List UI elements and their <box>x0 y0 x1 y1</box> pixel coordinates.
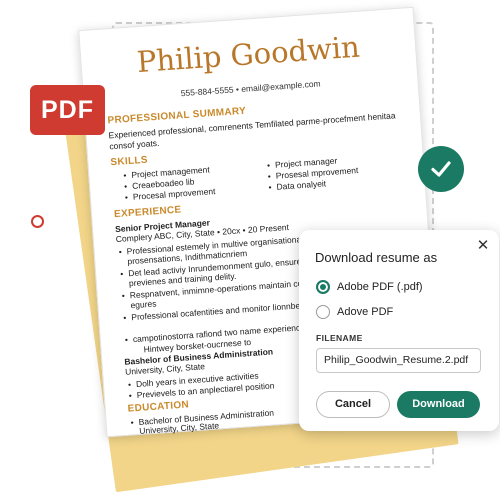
skill-item: Data onalyeit <box>276 178 326 191</box>
experience-heading: EXPERIENCE <box>113 204 182 221</box>
skills-heading: SKILLS <box>110 154 149 169</box>
format-option-pdf[interactable]: Adobe PDF (.pdf) <box>299 277 499 297</box>
education-heading: EDUCATION <box>127 399 190 415</box>
dialog-title: Download resume as <box>315 250 438 265</box>
filename-label: FILENAME <box>316 333 363 343</box>
download-dialog-panel: Download resume as ✕ Adobe PDF (.pdf) Ad… <box>299 230 499 431</box>
cancel-button[interactable]: Cancel <box>316 391 390 418</box>
check-icon <box>418 146 464 192</box>
format-option-alt[interactable]: Adove PDF <box>299 302 499 322</box>
close-icon[interactable]: ✕ <box>475 238 491 254</box>
format-option-label: Adove PDF <box>337 306 394 318</box>
decorative-ring-icon <box>31 215 44 228</box>
pdf-badge: PDF <box>30 85 105 135</box>
filename-input[interactable]: Philip_Goodwin_Resume.2.pdf <box>316 348 481 373</box>
radio-selected-icon[interactable] <box>316 280 330 294</box>
radio-unselected-icon[interactable] <box>316 305 330 319</box>
download-button[interactable]: Download <box>397 391 480 418</box>
format-option-label: Adobe PDF (.pdf) <box>337 281 423 293</box>
